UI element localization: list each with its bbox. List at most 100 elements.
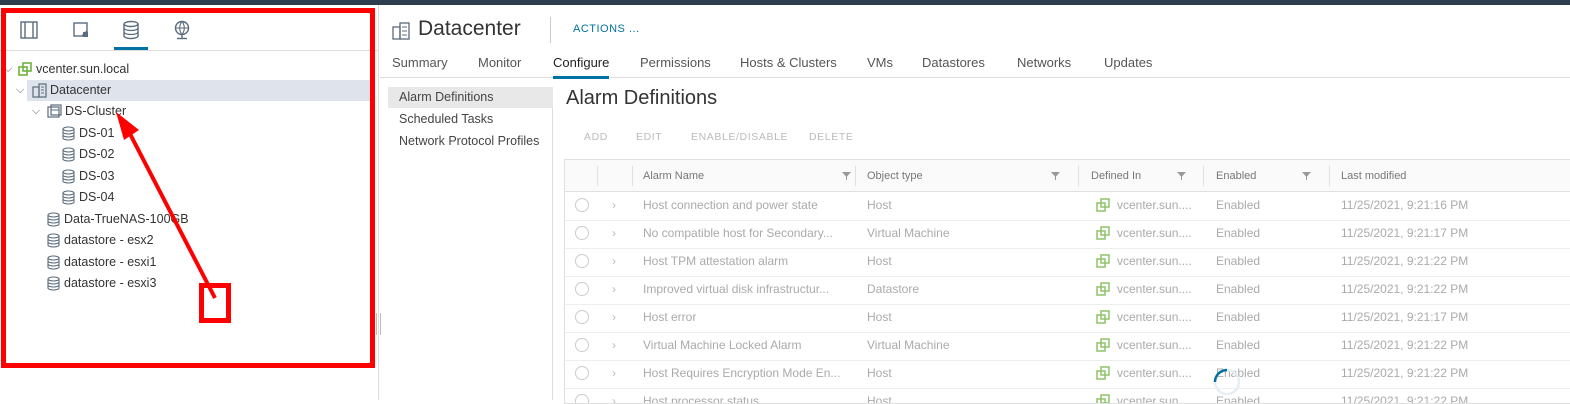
defined-in-cell[interactable]: vcenter.sun.... [1117, 361, 1199, 389]
main-panel: Datacenter ACTIONS ... Summary Monitor C… [380, 5, 1570, 404]
column-header-alarm-name[interactable]: Alarm Name [643, 160, 704, 192]
table-row[interactable]: › Host connection and power state Host vcen… [565, 193, 1570, 221]
storage-view-icon[interactable] [114, 19, 148, 50]
chevron-down-icon[interactable]: ⌵ [2, 59, 14, 80]
subnav-item-alarm-definitions[interactable]: Alarm Definitions [388, 87, 553, 108]
table-row[interactable]: › Host error Host vcenter.sun.... Enabled 11/… [565, 305, 1570, 333]
tab-summary[interactable]: Summary [392, 55, 448, 70]
chevron-right-icon[interactable]: › [612, 333, 616, 357]
defined-in-cell[interactable]: vcenter.sun.... [1117, 193, 1199, 221]
table-row[interactable]: › Improved virtual disk infrastructur... D… [565, 277, 1570, 305]
tab-vms[interactable]: VMs [867, 55, 893, 70]
tab-monitor[interactable]: Monitor [478, 55, 521, 70]
defined-in-cell[interactable]: vcenter.sun.... [1117, 277, 1199, 305]
tree-node-datastore[interactable]: datastore - esxi3 [0, 273, 378, 294]
vcenter-icon [1096, 310, 1111, 325]
tree-node-datastore[interactable]: Data-TrueNAS-100GB [0, 209, 378, 230]
tree-node-datacenter[interactable]: Datacenter [27, 80, 372, 101]
tab-permissions[interactable]: Permissions [640, 55, 711, 70]
filter-icon[interactable] [1177, 172, 1186, 180]
table-row[interactable]: › No compatible host for Secondary... Virt… [565, 221, 1570, 249]
defined-in-cell[interactable]: vcenter.sun.... [1117, 305, 1199, 333]
vcenter-icon [1096, 226, 1111, 241]
tree-node-label: datastore - esx2 [64, 233, 154, 247]
tab-updates[interactable]: Updates [1104, 55, 1152, 70]
column-header-object-type[interactable]: Object type [867, 160, 923, 192]
row-select-radio[interactable] [575, 282, 589, 296]
chevron-right-icon[interactable]: › [612, 277, 616, 301]
row-select-radio[interactable] [575, 338, 589, 352]
alarm-name-cell: Host processor status [643, 394, 760, 404]
vcenter-icon [1096, 282, 1111, 297]
chevron-right-icon[interactable]: › [612, 221, 616, 245]
tree-node-ds-cluster[interactable]: ⌵ DS-Cluster [0, 101, 378, 122]
enable-disable-button[interactable]: ENABLE/DISABLE [691, 131, 788, 143]
column-header-enabled[interactable]: Enabled [1216, 160, 1256, 192]
pane-splitter[interactable] [378, 5, 379, 400]
filter-icon[interactable] [1051, 172, 1060, 180]
tree-node-datastore[interactable]: DS-04 [0, 187, 378, 208]
delete-button[interactable]: DELETE [809, 131, 853, 143]
last-modified-cell: 11/25/2021, 9:21:17 PM [1341, 226, 1469, 240]
subnav-item-network-protocol-profiles[interactable]: Network Protocol Profiles [388, 131, 553, 152]
chevron-down-icon[interactable]: ⌵ [16, 80, 28, 101]
tree-node-vcenter[interactable]: ⌵ vcenter.sun.local [0, 59, 378, 80]
defined-in-cell[interactable]: vcenter.sun.... [1117, 221, 1199, 249]
filter-icon[interactable] [1302, 172, 1311, 180]
tree-node-datastore[interactable]: datastore - esxi1 [0, 252, 378, 273]
header-divider [550, 17, 551, 43]
content-title: Alarm Definitions [566, 87, 718, 109]
inventory-navigator: ⌵ vcenter.sun.local Datacenter ⌵ ⌵ DS-Cl… [0, 5, 378, 400]
tab-configure[interactable]: Configure [553, 55, 610, 79]
alarm-name-cell: Host connection and power state [643, 198, 818, 212]
table-row[interactable]: › Host TPM attestation alarm Host vcenter.s… [565, 249, 1570, 277]
object-type-cell: Host [867, 198, 892, 212]
chevron-right-icon[interactable]: › [612, 389, 616, 403]
tree-node-datastore[interactable]: datastore - esx2 [0, 230, 378, 251]
row-select-radio[interactable] [575, 198, 589, 212]
defined-in-cell[interactable]: vcenter.sun.... [1117, 249, 1199, 277]
chevron-right-icon[interactable]: › [612, 361, 616, 385]
column-header-defined-in[interactable]: Defined In [1091, 160, 1141, 192]
row-select-radio[interactable] [575, 226, 589, 240]
tree-node-datastore[interactable]: DS-02 [0, 144, 378, 165]
add-button[interactable]: ADD [584, 131, 608, 143]
filter-icon[interactable] [842, 172, 851, 180]
loading-spinner-icon [1213, 368, 1241, 396]
networking-view-icon[interactable] [171, 19, 193, 41]
datastore-icon [46, 255, 61, 270]
subnav-item-scheduled-tasks[interactable]: Scheduled Tasks [388, 109, 553, 130]
vms-templates-view-icon[interactable] [70, 19, 92, 41]
tab-networks[interactable]: Networks [1017, 55, 1071, 70]
alarm-definitions-grid: Alarm Name Object type Defined In Enable… [564, 159, 1570, 404]
row-select-radio[interactable] [575, 394, 589, 403]
tree-node-datastore[interactable]: DS-03 [0, 166, 378, 187]
enabled-cell: Enabled [1216, 310, 1261, 324]
defined-in-cell[interactable]: vcenter.sun.... [1117, 333, 1199, 361]
chevron-right-icon[interactable]: › [612, 305, 616, 329]
tree-node-datastore[interactable]: DS-01 [0, 123, 378, 144]
row-select-radio[interactable] [575, 254, 589, 268]
datastore-icon [61, 169, 76, 184]
row-select-radio[interactable] [575, 366, 589, 380]
tab-datastores[interactable]: Datastores [922, 55, 985, 70]
row-select-radio[interactable] [575, 310, 589, 324]
edit-button[interactable]: EDIT [636, 131, 662, 143]
tab-hosts-clusters[interactable]: Hosts & Clusters [740, 55, 837, 70]
table-row[interactable]: › Host processor status Host vcenter.sun...… [565, 389, 1570, 404]
column-header-last-modified[interactable]: Last modified [1341, 160, 1406, 192]
column-divider [1203, 166, 1204, 186]
vcenter-icon [18, 62, 33, 77]
chevron-down-icon[interactable]: ⌵ [30, 101, 42, 122]
object-type-cell: Host [867, 254, 892, 268]
object-tabs: Summary Monitor Configure Permissions Ho… [380, 51, 1570, 79]
table-row[interactable]: › Virtual Machine Locked Alarm Virtual Mac… [565, 333, 1570, 361]
defined-in-cell[interactable]: vcenter.sun.... [1117, 389, 1199, 403]
chevron-right-icon[interactable]: › [612, 249, 616, 273]
column-divider [1078, 166, 1079, 186]
chevron-right-icon[interactable]: › [612, 193, 616, 217]
table-row[interactable]: › Host Requires Encryption Mode En... Host… [565, 361, 1570, 389]
actions-menu-button[interactable]: ACTIONS ... [573, 23, 640, 35]
hosts-clusters-view-icon[interactable] [18, 19, 40, 41]
last-modified-cell: 11/25/2021, 9:21:22 PM [1341, 254, 1469, 268]
